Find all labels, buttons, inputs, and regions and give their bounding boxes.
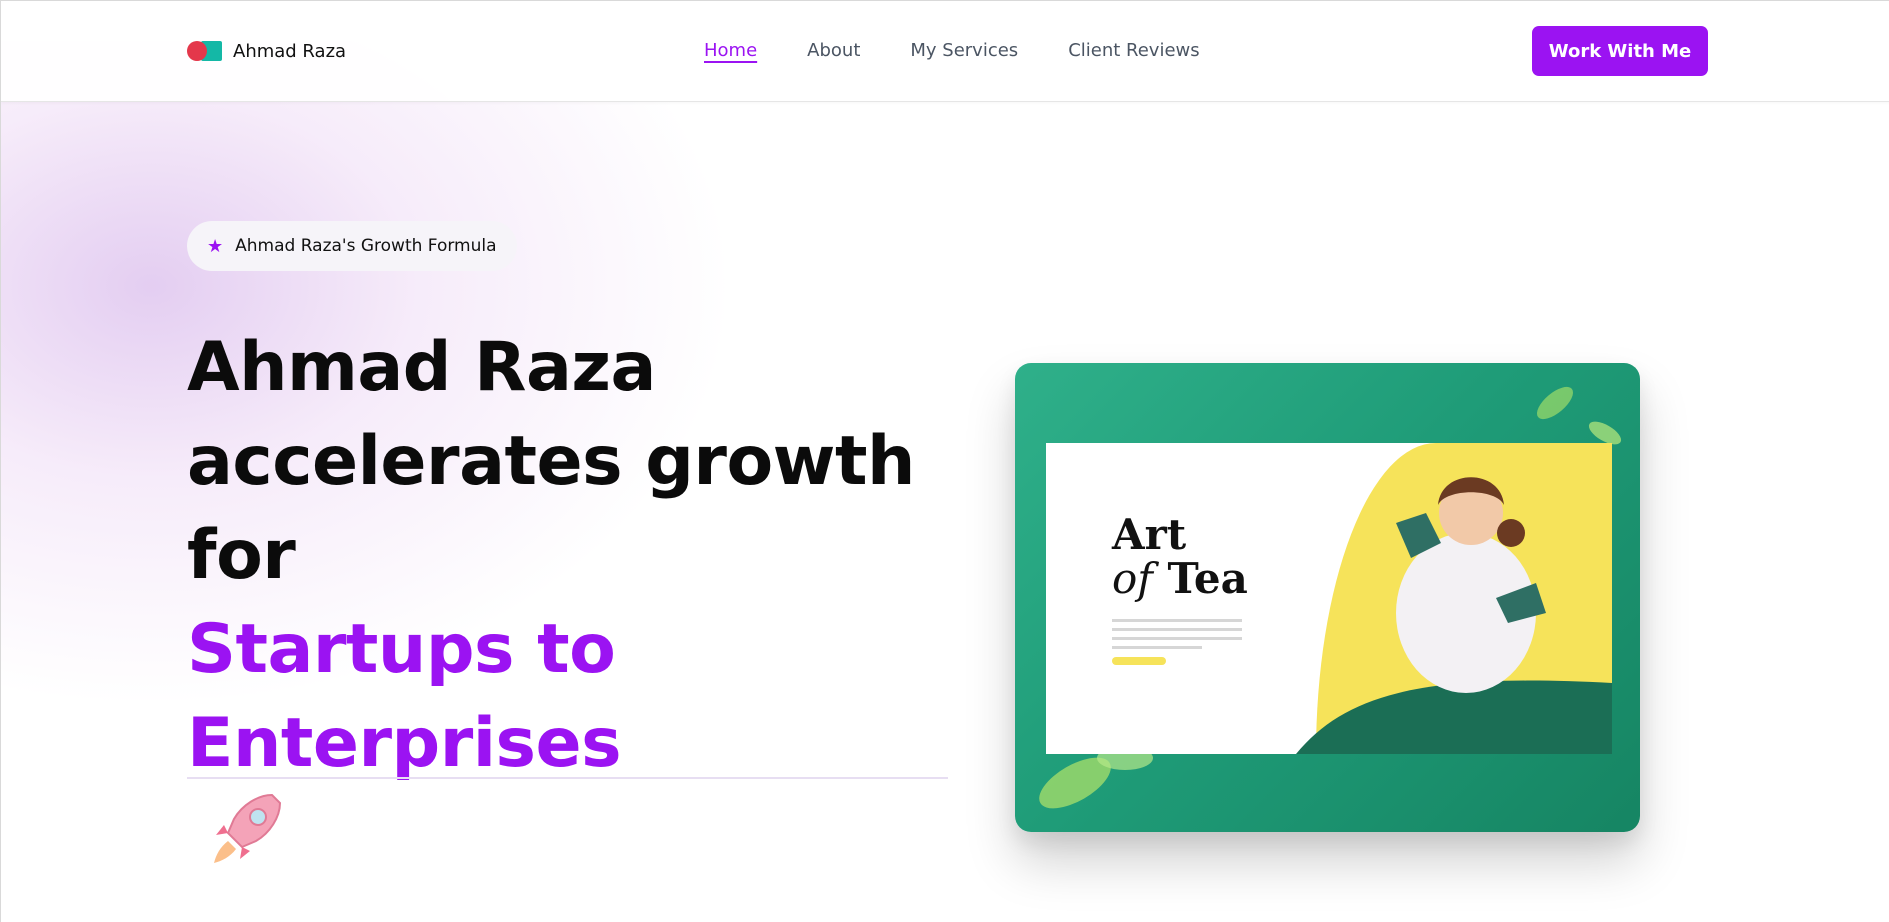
star-icon: ★ <box>207 235 224 257</box>
nav-client-reviews[interactable]: Client Reviews <box>1068 40 1199 61</box>
hero-line-2: accelerates growth <box>187 422 915 501</box>
rocket-icon <box>214 793 282 863</box>
art-of-tea-preview: Art of Tea <box>1046 443 1612 754</box>
brand[interactable]: Ahmad Raza <box>187 40 346 62</box>
nav-home[interactable]: Home <box>704 40 757 61</box>
work-with-me-button[interactable]: Work With Me <box>1532 26 1708 76</box>
top-navbar: Ahmad Raza Home About My Services Client… <box>1 1 1889 102</box>
nav-my-services[interactable]: My Services <box>910 40 1018 61</box>
page: Ahmad Raza Home About My Services Client… <box>0 0 1889 922</box>
hero-heading: Ahmad Raza accelerates growth for Startu… <box>187 321 947 791</box>
portfolio-showcase-image: Art of Tea <box>1015 363 1640 832</box>
tea-cta-chip <box>1112 657 1166 665</box>
tea-title-line-1: Art <box>1112 510 1187 559</box>
tea-title: Art of Tea <box>1112 513 1248 665</box>
hero-line-1: Ahmad Raza <box>187 328 656 407</box>
hero-line-3: for <box>187 516 296 595</box>
brand-name: Ahmad Raza <box>233 40 347 62</box>
tea-title-italic: of <box>1112 554 1153 603</box>
main-nav: Home About My Services Client Reviews <box>704 40 1200 61</box>
badge-text: Ahmad Raza's Growth Formula <box>235 236 497 256</box>
nav-about[interactable]: About <box>807 40 860 61</box>
tea-body-text <box>1112 619 1242 649</box>
logo-icon <box>187 40 223 62</box>
tea-title-line-2: Tea <box>1167 554 1248 603</box>
growth-formula-badge: ★ Ahmad Raza's Growth Formula <box>187 221 517 271</box>
hero-accent-line-1: Startups to <box>187 610 616 689</box>
hero-divider <box>187 777 948 779</box>
